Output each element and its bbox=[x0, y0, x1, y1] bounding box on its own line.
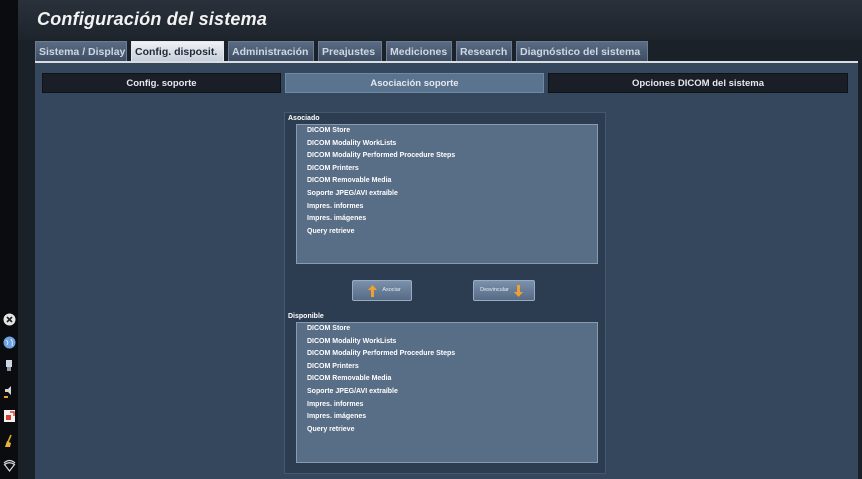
list-item[interactable]: DICOM Store bbox=[307, 125, 587, 138]
available-label: Disponible bbox=[288, 313, 324, 320]
list-item[interactable]: DICOM Printers bbox=[307, 361, 587, 374]
list-item[interactable]: DICOM Modality Performed Procedure Steps bbox=[307, 150, 587, 163]
associate-button-label: Asociar bbox=[382, 287, 401, 293]
associated-label: Asociado bbox=[288, 115, 320, 122]
list-item[interactable]: DICOM Modality Performed Procedure Steps bbox=[307, 348, 587, 361]
disassociate-button-label: Desvincular bbox=[480, 287, 509, 293]
arrow-up-icon bbox=[368, 284, 378, 297]
arrow-down-icon bbox=[513, 284, 523, 297]
subtab-config-soporte[interactable]: Config. soporte bbox=[42, 73, 281, 93]
association-panel: Asociado DICOM Store DICOM Modality Work… bbox=[284, 112, 606, 474]
available-listbox[interactable]: DICOM Store DICOM Modality WorkLists DIC… bbox=[296, 322, 598, 463]
content-area: Config. soporte Asociación soporte Opcio… bbox=[35, 61, 858, 479]
left-toolbar bbox=[0, 0, 18, 479]
subtabs: Config. soporte Asociación soporte Opcio… bbox=[42, 73, 848, 95]
tab-config-disposit[interactable]: Config. disposit. bbox=[131, 41, 224, 61]
disassociate-button[interactable]: Desvincular bbox=[473, 280, 535, 301]
tab-sistema-display[interactable]: Sistema / Display bbox=[35, 41, 127, 61]
tab-mediciones[interactable]: Mediciones bbox=[386, 41, 452, 61]
list-item[interactable]: Soporte JPEG/AVI extraíble bbox=[307, 188, 587, 201]
list-item[interactable]: DICOM Printers bbox=[307, 163, 587, 176]
list-item[interactable]: Impres. imágenes bbox=[307, 213, 587, 226]
list-item[interactable]: DICOM Removable Media bbox=[307, 175, 587, 188]
list-item[interactable]: Query retrieve bbox=[307, 424, 587, 437]
subtab-opciones-dicom[interactable]: Opciones DICOM del sistema bbox=[548, 73, 848, 93]
list-item[interactable]: Impres. imágenes bbox=[307, 411, 587, 424]
clean-icon[interactable] bbox=[2, 434, 16, 448]
probe-icon[interactable] bbox=[2, 359, 16, 373]
export-icon[interactable] bbox=[2, 409, 16, 423]
app-frame: Configuración del sistema Sistema / Disp… bbox=[18, 0, 862, 479]
title-bar: Configuración del sistema bbox=[18, 0, 862, 40]
tab-administracion[interactable]: Administración bbox=[228, 41, 314, 61]
subtab-asociacion-soporte[interactable]: Asociación soporte bbox=[285, 73, 544, 93]
tab-preajustes[interactable]: Preajustes bbox=[318, 41, 382, 61]
close-icon[interactable] bbox=[2, 312, 16, 326]
tab-diagnostico[interactable]: Diagnóstico del sistema bbox=[516, 41, 648, 61]
list-item[interactable]: Impres. informes bbox=[307, 201, 587, 214]
list-item[interactable]: Soporte JPEG/AVI extraíble bbox=[307, 386, 587, 399]
associate-button[interactable]: Asociar bbox=[352, 280, 412, 301]
page-title: Configuración del sistema bbox=[37, 9, 268, 29]
wifi-icon[interactable] bbox=[2, 458, 16, 472]
main-tabs: Sistema / Display Config. disposit. Admi… bbox=[35, 41, 652, 61]
list-item[interactable]: DICOM Removable Media bbox=[307, 373, 587, 386]
associated-listbox[interactable]: DICOM Store DICOM Modality WorkLists DIC… bbox=[296, 124, 598, 264]
list-item[interactable]: Query retrieve bbox=[307, 226, 587, 239]
list-item[interactable]: DICOM Modality WorkLists bbox=[307, 138, 587, 151]
globe-icon[interactable] bbox=[2, 335, 16, 349]
list-item[interactable]: DICOM Modality WorkLists bbox=[307, 336, 587, 349]
list-item[interactable]: Impres. informes bbox=[307, 399, 587, 412]
volume-icon[interactable] bbox=[2, 384, 16, 398]
list-item[interactable]: DICOM Store bbox=[307, 323, 587, 336]
tab-research[interactable]: Research bbox=[456, 41, 512, 61]
